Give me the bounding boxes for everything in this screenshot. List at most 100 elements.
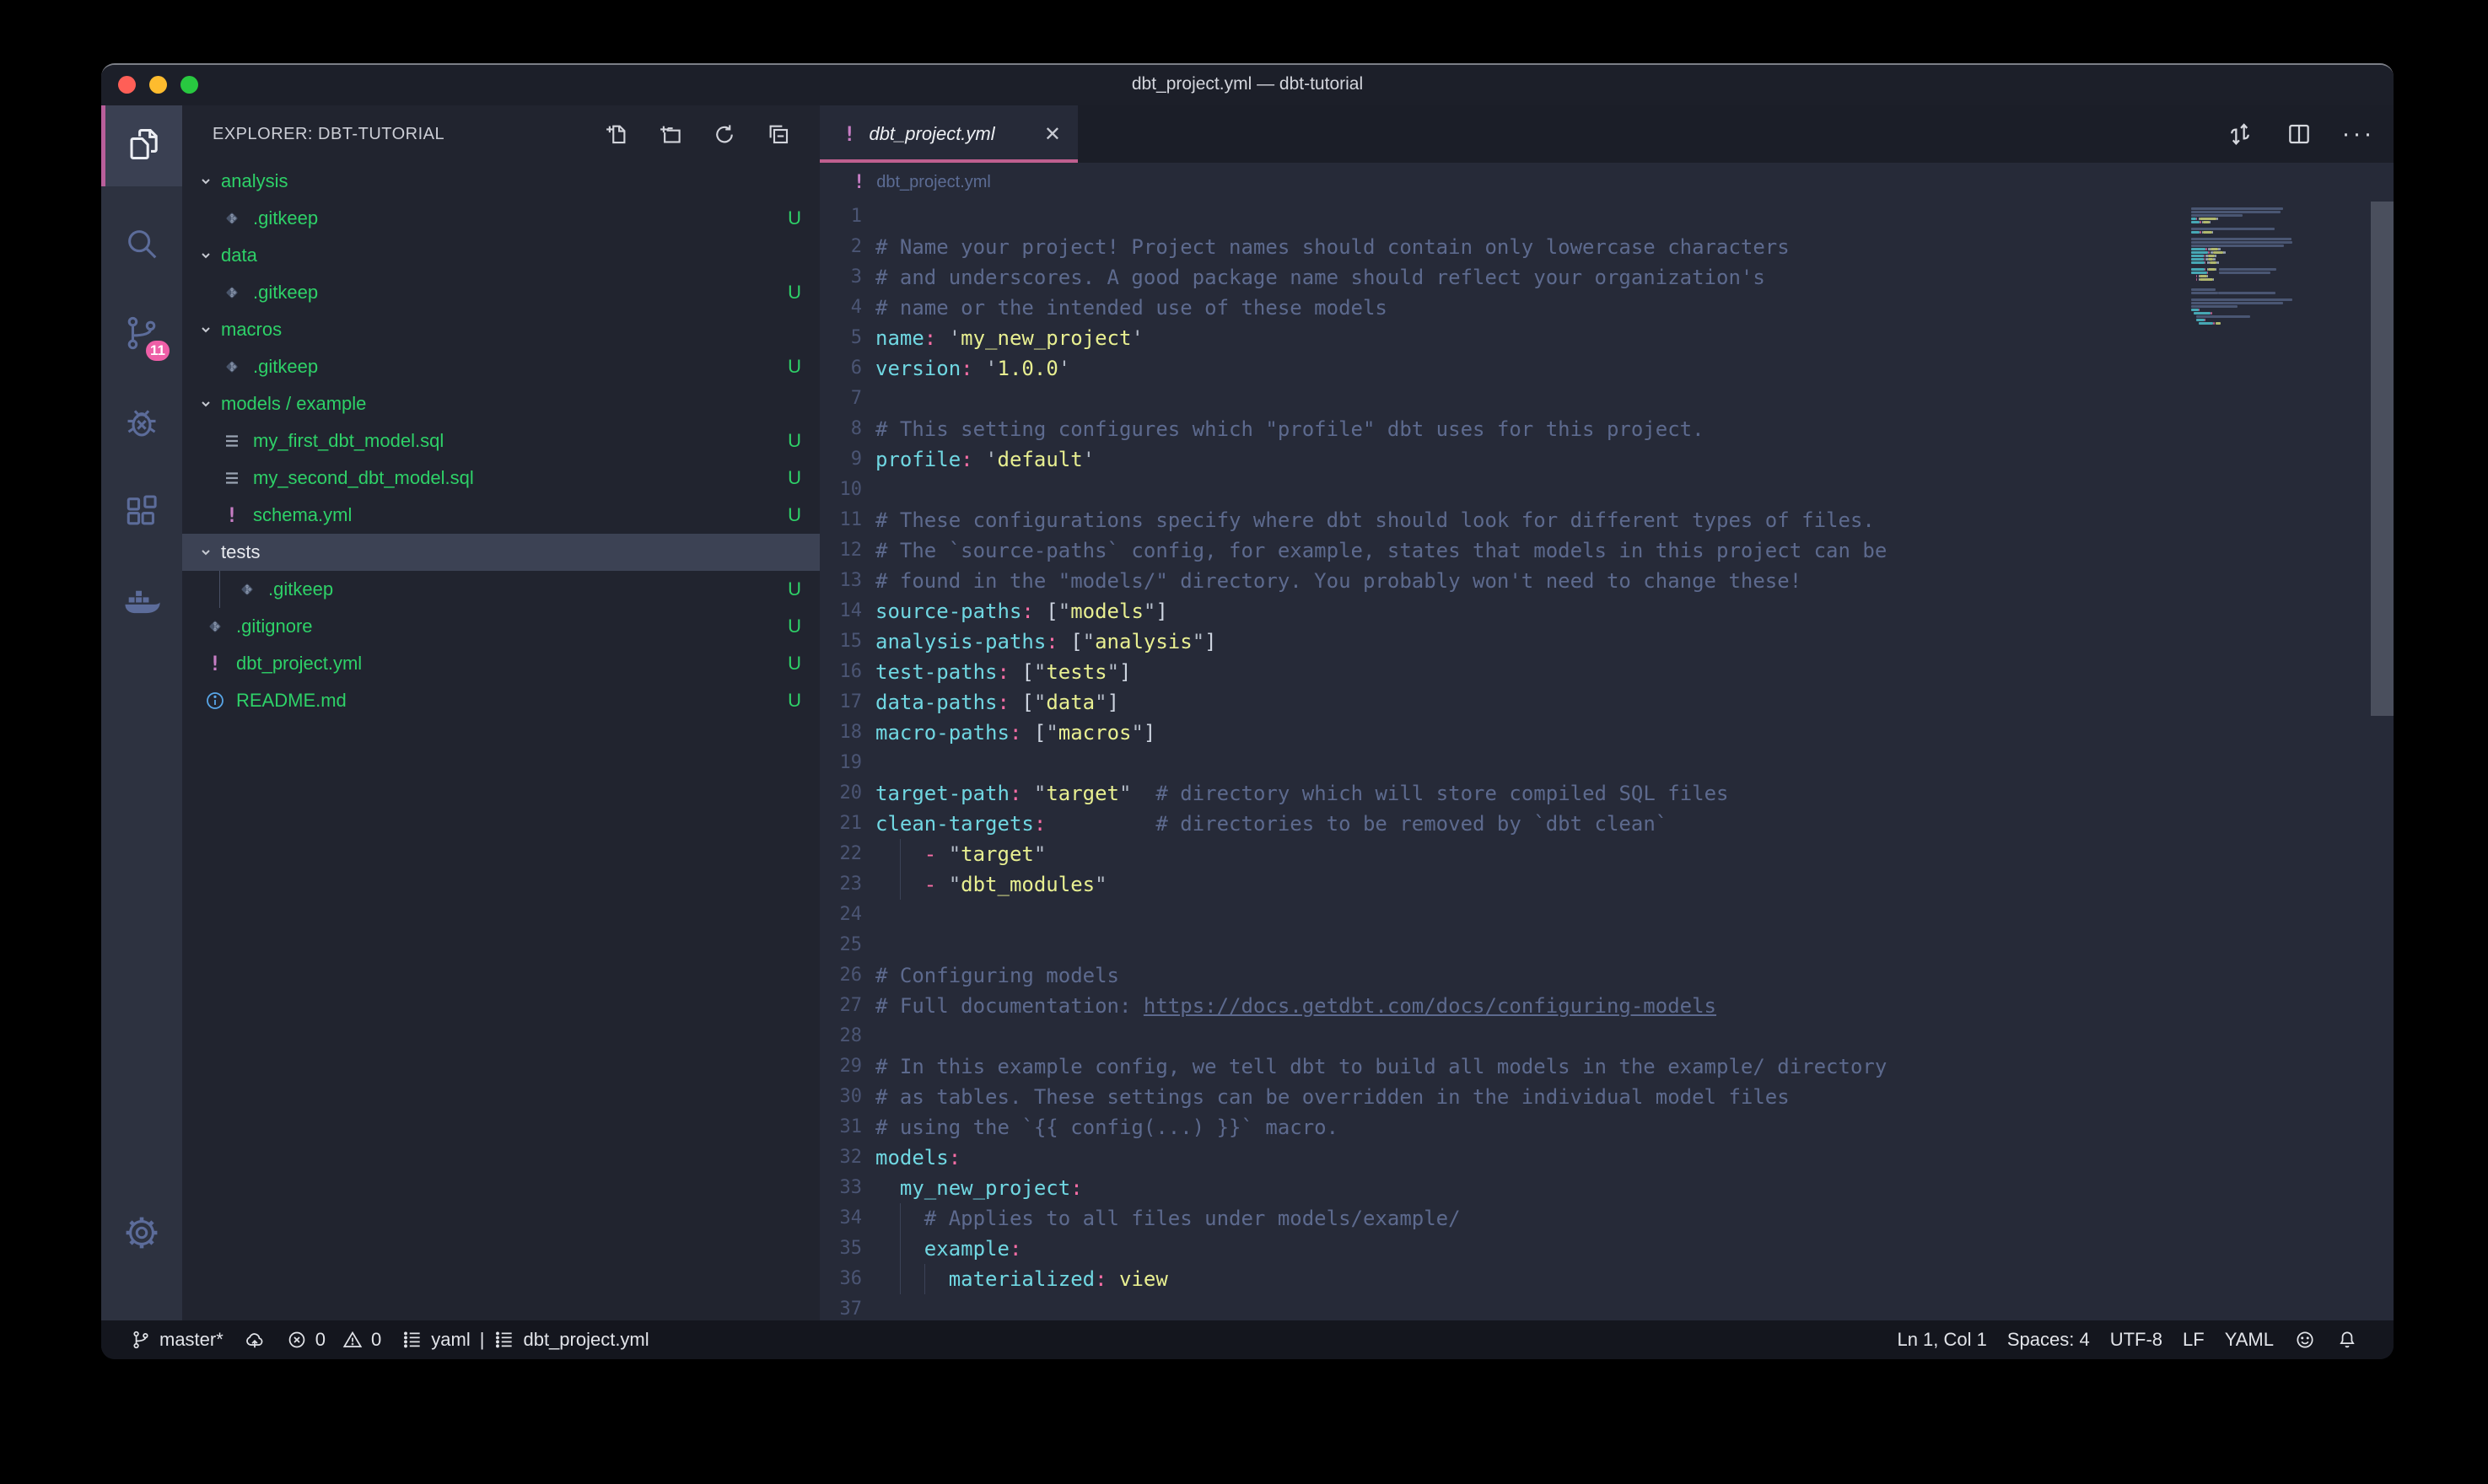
code-line: 7: [820, 384, 2394, 414]
title-bar: dbt_project.yml — dbt-tutorial: [101, 65, 2394, 104]
git-file-icon: [221, 282, 243, 304]
tree-item-.gitkeep[interactable]: .gitkeepU: [182, 200, 820, 237]
refresh-explorer-button[interactable]: [707, 116, 742, 152]
tree-item-models-example[interactable]: models / example: [182, 385, 820, 422]
outline-separator: |: [478, 1329, 487, 1351]
open-changes-button[interactable]: [2221, 116, 2259, 153]
bell-icon: [2336, 1329, 2358, 1351]
line-number: 29: [820, 1051, 862, 1082]
breadcrumb: ! dbt_project.yml: [820, 163, 2394, 202]
git-untracked-badge: U: [788, 282, 801, 304]
docker-whale-icon: [122, 582, 161, 625]
line-number: 25: [820, 930, 862, 960]
git-untracked-badge: U: [788, 616, 801, 637]
code-line: 25: [820, 930, 2394, 960]
language-mode-item[interactable]: YAML: [2215, 1329, 2284, 1351]
smiley-icon: [2294, 1329, 2316, 1351]
activity-item-settings[interactable]: [101, 1194, 182, 1275]
editor-scrollbar: [2371, 202, 2394, 1320]
code-text: name: 'my_new_project': [875, 323, 1144, 353]
chevron-down-icon: [197, 173, 214, 190]
explorer-sidebar: EXPLORER: DBT-TUTORIAL analysis.gitkeepU…: [182, 105, 820, 1320]
line-number: 35: [820, 1234, 862, 1264]
yaml-warning-icon: !: [221, 504, 243, 526]
tree-item-label: .gitkeep: [268, 578, 333, 600]
code-line: 36 materialized: view: [820, 1264, 2394, 1294]
outline-file-label: dbt_project.yml: [523, 1329, 649, 1351]
activity-item-docker[interactable]: [101, 562, 182, 643]
breadcrumb-file-item[interactable]: dbt_project.yml: [876, 173, 991, 192]
code-line: 35 example:: [820, 1234, 2394, 1264]
close-tab-icon[interactable]: ✕: [1044, 122, 1061, 147]
tree-item-dbt-project.yml[interactable]: !dbt_project.ymlU: [182, 645, 820, 682]
tree-item-data[interactable]: data: [182, 237, 820, 274]
tree-item-label: dbt_project.yml: [236, 653, 362, 675]
git-untracked-badge: U: [788, 356, 801, 378]
activity-item-search[interactable]: [101, 205, 182, 286]
yaml-warning-icon: !: [843, 122, 855, 146]
tree-item-label: .gitkeep: [253, 282, 318, 304]
tree-item-.gitignore[interactable]: .gitignoreU: [182, 608, 820, 645]
line-number: 19: [820, 748, 862, 778]
line-number: 26: [820, 960, 862, 991]
status-bar: master* 0 0 yaml | dbt_project.yml Ln 1,…: [101, 1320, 2394, 1359]
tab-dbt-project-yml[interactable]: ! dbt_project.yml ✕: [820, 105, 1078, 163]
line-number: 24: [820, 900, 862, 930]
sql-file-icon: [221, 430, 243, 452]
tree-item-schema.yml[interactable]: !schema.ymlU: [182, 497, 820, 534]
collapse-folders-button[interactable]: [761, 116, 796, 152]
line-number: 28: [820, 1021, 862, 1051]
tree-item-label: my_second_dbt_model.sql: [253, 467, 474, 489]
code-editor[interactable]: 12# Name your project! Project names sho…: [820, 202, 2394, 1320]
tree-item-.gitkeep[interactable]: .gitkeep U: [182, 274, 820, 311]
git-file-icon: [221, 356, 243, 378]
code-text: # Name your project! Project names shoul…: [875, 232, 1790, 262]
yaml-warning-icon: !: [854, 172, 864, 193]
split-editor-button[interactable]: [2281, 116, 2318, 153]
tree-item-.gitkeep[interactable]: .gitkeepU: [182, 571, 820, 608]
new-file-button[interactable]: [599, 116, 634, 152]
eol-item[interactable]: LF: [2173, 1329, 2215, 1351]
activity-item-source-control[interactable]: 11: [101, 294, 182, 375]
tree-item-my-first-dbt-model.sql[interactable]: my_first_dbt_model.sqlU: [182, 422, 820, 460]
problems-status-item[interactable]: 0 0: [276, 1320, 392, 1359]
scrollbar-thumb[interactable]: [2371, 202, 2394, 716]
code-text: profile: 'default': [875, 444, 1095, 475]
activity-item-debug[interactable]: [101, 384, 182, 465]
tree-item-.gitkeep[interactable]: .gitkeepU: [182, 348, 820, 385]
code-text: target-path: "target" # directory which …: [875, 778, 1729, 809]
tree-item-my-second-dbt-model.sql[interactable]: my_second_dbt_model.sqlU: [182, 460, 820, 497]
tree-item-analysis[interactable]: analysis: [182, 163, 820, 200]
more-actions-button[interactable]: ···: [2340, 116, 2377, 153]
tree-item-label: README.md: [236, 690, 347, 712]
line-number: 36: [820, 1264, 862, 1294]
tree-item-tests[interactable]: tests: [182, 534, 820, 571]
code-line: 27# Full documentation: https://docs.get…: [820, 991, 2394, 1021]
code-line: 23 - "dbt_modules": [820, 869, 2394, 900]
encoding-item[interactable]: UTF-8: [2100, 1329, 2173, 1351]
code-line: 14source-paths: ["models"]: [820, 596, 2394, 626]
screenshot-stage: dbt_project.yml — dbt-tutorial 11: [0, 0, 2488, 1484]
code-line: 2# Name your project! Project names shou…: [820, 232, 2394, 262]
tree-item-macros[interactable]: macros: [182, 311, 820, 348]
tree-item-readme.md[interactable]: README.mdU: [182, 682, 820, 719]
publish-changes-button[interactable]: [234, 1320, 276, 1359]
minimap[interactable]: [2191, 204, 2368, 329]
branch-status-item[interactable]: master*: [120, 1320, 234, 1359]
activity-item-extensions[interactable]: [101, 473, 182, 554]
activity-item-explorer[interactable]: [101, 105, 182, 186]
code-line: 15analysis-paths: ["analysis"]: [820, 626, 2394, 657]
selection-list-icon: [401, 1329, 423, 1351]
cursor-position-item[interactable]: Ln 1, Col 1: [1887, 1329, 1996, 1351]
feedback-button[interactable]: [2284, 1329, 2326, 1351]
new-folder-button[interactable]: [653, 116, 688, 152]
yaml-warning-icon: !: [204, 653, 226, 675]
code-line: 11# These configurations specify where d…: [820, 505, 2394, 535]
notifications-button[interactable]: [2326, 1329, 2368, 1351]
file-tree: analysis .gitkeep Udata .gitkeep Umacros .git…: [182, 163, 820, 719]
outline-language-item[interactable]: yaml | dbt_project.yml: [391, 1320, 659, 1359]
code-text: # using the `{{ config(...) }}` macro.: [875, 1112, 1338, 1143]
code-line: 19: [820, 748, 2394, 778]
indentation-item[interactable]: Spaces: 4: [1997, 1329, 2100, 1351]
code-text: data-paths: ["data"]: [875, 687, 1119, 718]
